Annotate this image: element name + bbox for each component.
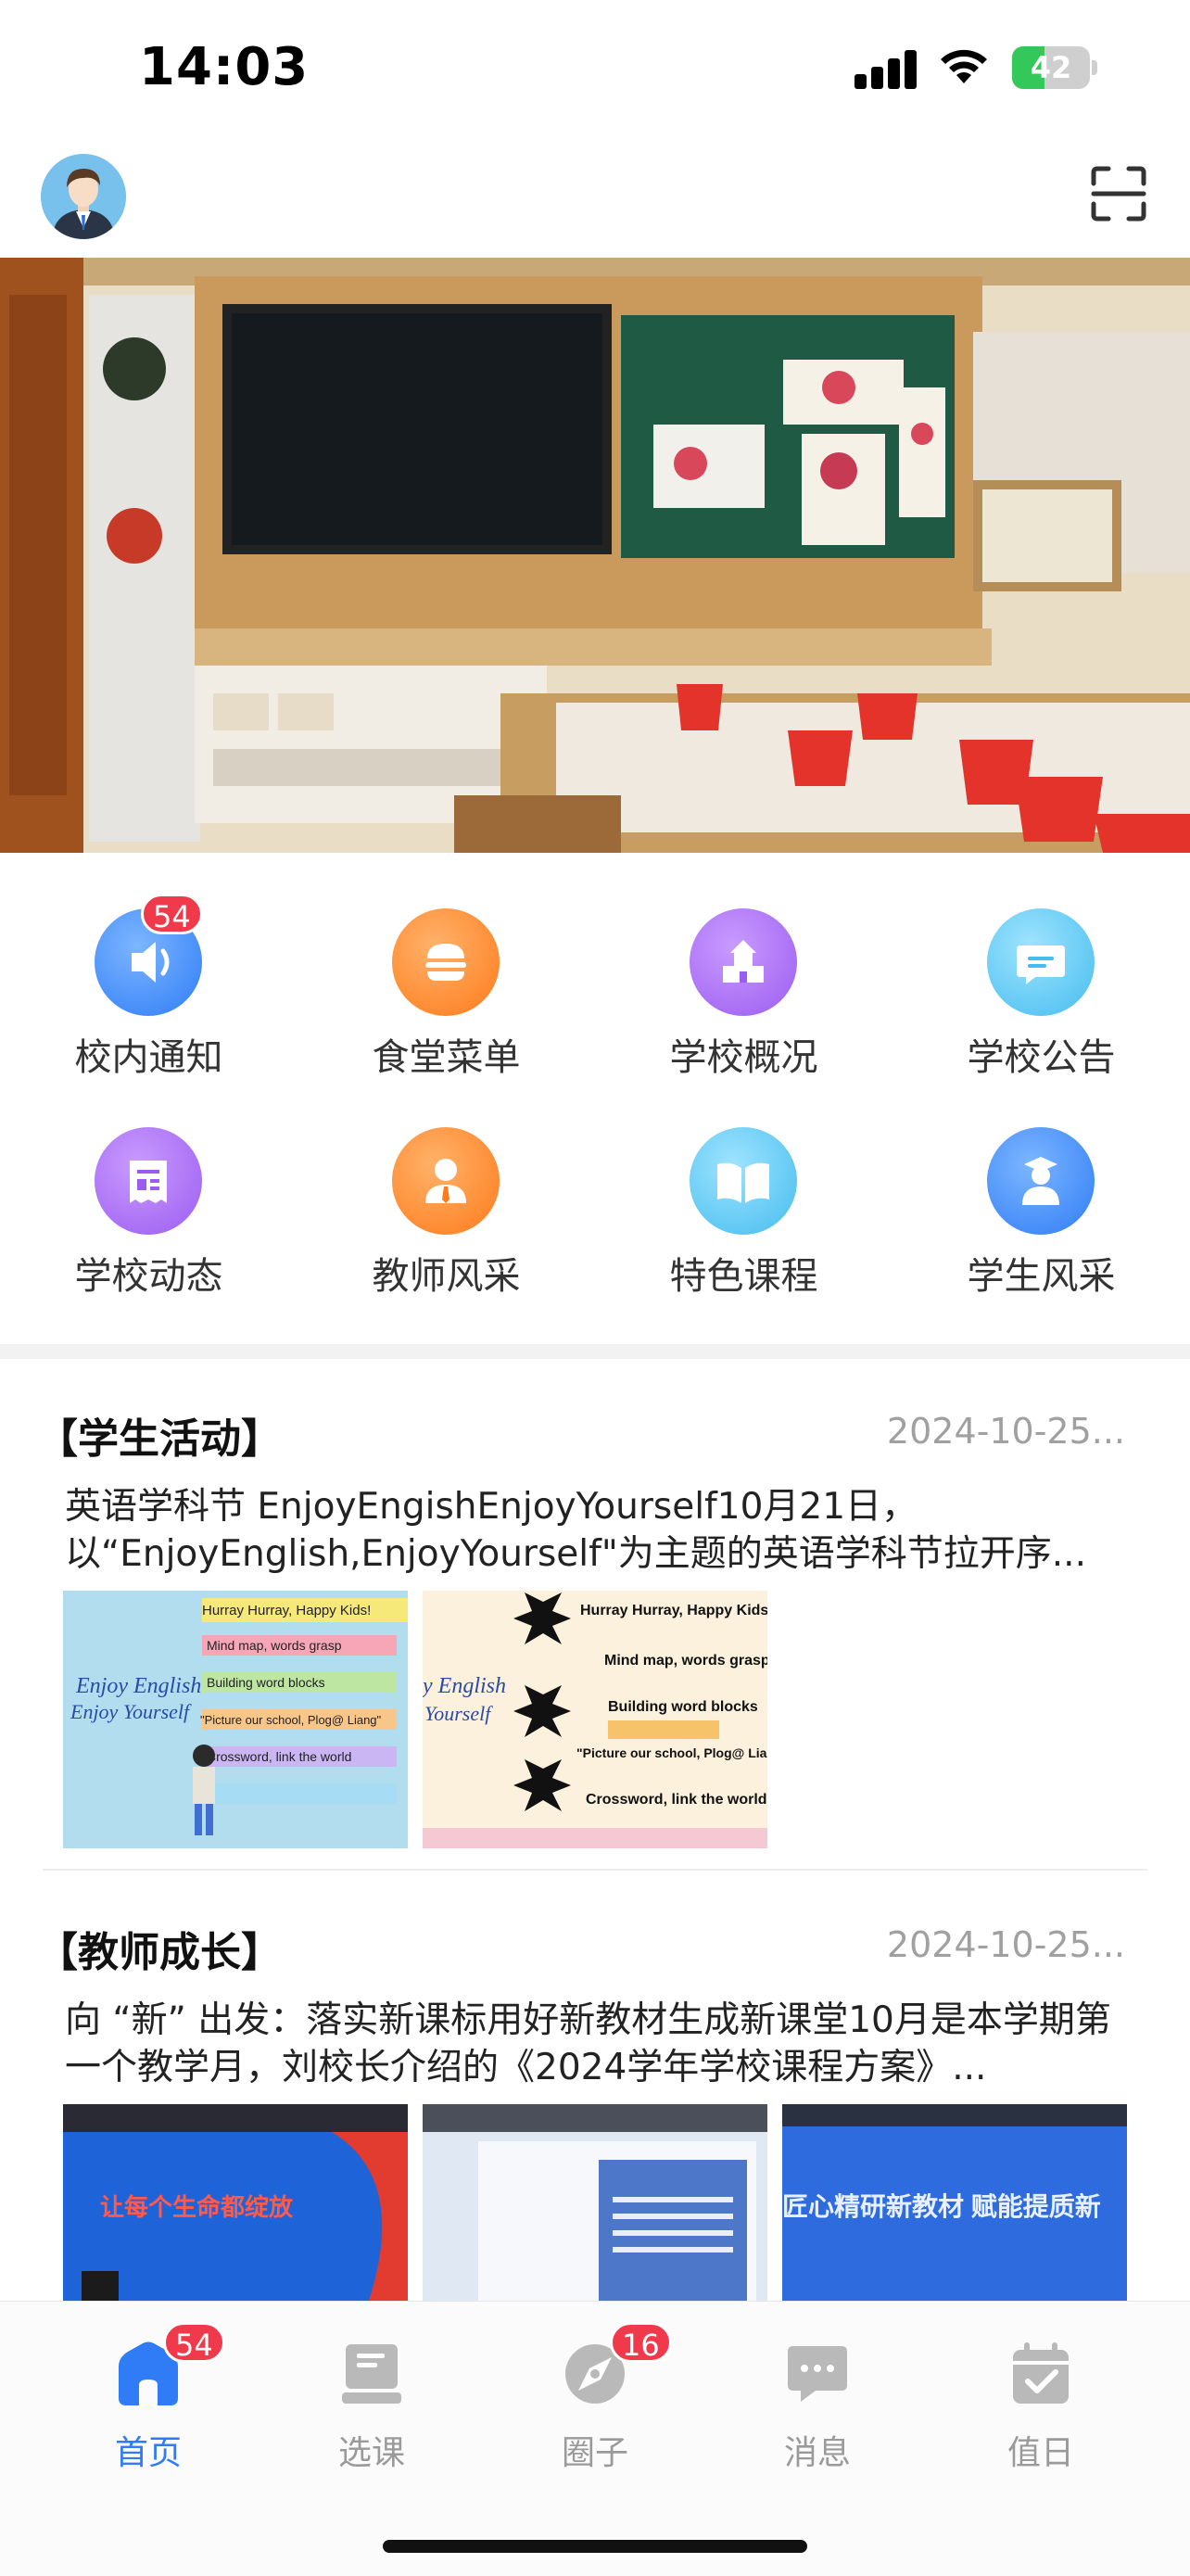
shortcut-label: 校内通知 <box>74 1036 223 1079</box>
shortcut-label: 特色课程 <box>669 1255 818 1298</box>
news-icon <box>95 1127 202 1235</box>
book-stack-icon <box>342 2344 401 2404</box>
quick-access-grid: 54 校内通知 食堂菜单 学校概况 学校公告 学校动态 教师风采 特色课程 学生… <box>0 871 1190 1316</box>
bottom-tab-bar: 54 首页 选课 16 圈子 消息 值日 <box>0 2301 1190 2576</box>
shortcut-label: 学校概况 <box>669 1036 818 1079</box>
tab-label: 圈子 <box>561 2434 628 2472</box>
wifi-icon <box>941 49 987 83</box>
thumb-text: Building word blocks <box>207 1675 325 1690</box>
hero-banner-image[interactable] <box>0 258 1190 853</box>
tab-course-selection[interactable]: 选课 <box>298 2322 446 2480</box>
tab-label: 首页 <box>114 2434 182 2472</box>
message-icon <box>788 2346 847 2402</box>
thumb-text: Crossword, link the world <box>207 1749 351 1764</box>
thumb-text: Enjoy Yourself <box>70 1700 192 1723</box>
home-badge: 54 <box>163 2322 225 2363</box>
post-thumbnail[interactable] <box>423 2104 767 2301</box>
thumb-text: Mind map, words grasp <box>207 1638 342 1653</box>
cellular-signal-icon <box>855 48 918 89</box>
teacher-icon <box>392 1127 500 1235</box>
status-bar: 14:03 42 <box>0 0 1190 139</box>
thumb-text: 让每个生命都绽放 <box>100 2193 294 2221</box>
tab-messages[interactable]: 消息 <box>743 2322 892 2480</box>
thumb-text: Building word blocks <box>608 1699 758 1715</box>
post-date: 2024-10-25... <box>886 1924 1125 1965</box>
shortcut-label: 食堂菜单 <box>372 1036 521 1079</box>
thumb-text: Hurray Hurray, Happy Kids! <box>202 1603 371 1618</box>
thumb-text: "Picture our school, Plog@ Liang" <box>576 1745 767 1760</box>
status-time: 14:03 <box>139 37 310 97</box>
shortcut-label: 学校公告 <box>967 1036 1116 1079</box>
post-category: 【学生活动】 <box>37 1415 282 1463</box>
user-avatar[interactable] <box>41 154 126 239</box>
tab-label: 值日 <box>1006 2434 1074 2472</box>
shortcut-featured-courses[interactable]: 特色课程 <box>595 1090 892 1303</box>
battery-icon: 42 <box>1012 46 1097 89</box>
post-category: 【教师成长】 <box>37 1929 282 1976</box>
battery-level: 42 <box>1030 50 1072 85</box>
post-thumbnail[interactable]: 让每个生命都绽放 <box>63 2104 408 2301</box>
shortcut-school-announcement[interactable]: 学校公告 <box>892 871 1190 1085</box>
burger-icon <box>392 908 500 1016</box>
student-icon <box>987 1127 1095 1235</box>
thumb-text: Hurray Hurray, Happy Kids! <box>580 1603 767 1618</box>
shortcut-label: 教师风采 <box>372 1255 521 1298</box>
thumb-text: 匠心精研新教材 赋能提质新 <box>782 2192 1101 2221</box>
circle-badge: 16 <box>610 2322 672 2363</box>
home-indicator[interactable] <box>383 2540 807 2553</box>
thumb-text: Crossword, link the world <box>586 1792 767 1808</box>
school-icon <box>690 908 797 1016</box>
book-icon <box>690 1127 797 1235</box>
post-separator <box>43 1869 1147 1871</box>
shortcut-school-overview[interactable]: 学校概况 <box>595 871 892 1085</box>
shortcut-canteen-menu[interactable]: 食堂菜单 <box>298 871 595 1085</box>
thumb-text: Yourself <box>424 1702 493 1725</box>
tab-circle[interactable]: 16 圈子 <box>521 2322 672 2480</box>
tab-label: 选课 <box>337 2434 405 2472</box>
scan-icon[interactable] <box>1090 165 1147 222</box>
post-date: 2024-10-25... <box>886 1411 1125 1452</box>
section-divider <box>0 1344 1190 1359</box>
thumb-text: Enjoy English <box>75 1674 201 1698</box>
calendar-check-icon <box>1013 2342 1069 2404</box>
thumb-text: "Picture our school, Plog@ Liang" <box>200 1713 382 1727</box>
shortcut-notice[interactable]: 54 校内通知 <box>0 871 298 1085</box>
notice-badge: 54 <box>141 894 203 934</box>
tab-duty[interactable]: 值日 <box>967 2322 1115 2480</box>
chat-icon <box>987 908 1095 1016</box>
shortcut-label: 学生风采 <box>967 1255 1116 1298</box>
post-excerpt: 向 “新” 出发：落实新课标用好新教材生成新课堂10月是本学期第一个教学月，刘校… <box>65 1999 1111 2088</box>
shortcut-teacher-profiles[interactable]: 教师风采 <box>298 1090 595 1303</box>
tab-label: 消息 <box>783 2434 851 2472</box>
thumb-text: Mind map, words grasp <box>604 1653 767 1669</box>
shortcut-label: 学校动态 <box>74 1255 223 1298</box>
shortcut-student-profiles[interactable]: 学生风采 <box>892 1090 1190 1303</box>
post-excerpt: 英语学科节 EnjoyEngishEnjoyYourself10月21日，以“E… <box>65 1486 1086 1575</box>
tab-home[interactable]: 54 首页 <box>74 2322 225 2480</box>
post-thumbnail[interactable]: 匠心精研新教材 赋能提质新 <box>782 2104 1127 2301</box>
thumb-text: y English <box>423 1674 506 1698</box>
shortcut-school-news[interactable]: 学校动态 <box>0 1090 298 1303</box>
post-thumbnail[interactable]: Hurray Hurray, Happy Kids! Mind map, wor… <box>423 1591 767 1848</box>
post-thumbnail[interactable]: Hurray Hurray, Happy Kids! Mind map, wor… <box>63 1591 408 1848</box>
